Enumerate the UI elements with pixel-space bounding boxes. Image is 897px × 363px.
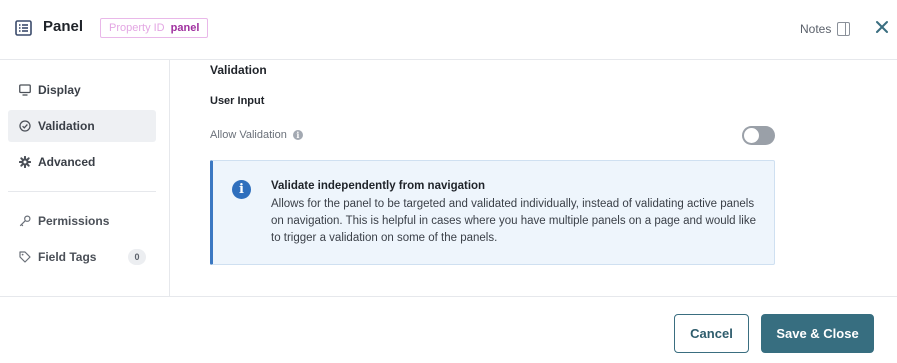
close-icon[interactable]: [873, 18, 891, 36]
sidebar-item-display[interactable]: Display: [8, 74, 156, 106]
property-id-value: panel: [170, 22, 200, 34]
sidebar-item-permissions[interactable]: Permissions: [8, 205, 156, 237]
toggle-knob: [744, 128, 759, 143]
callout-title: Validate independently from navigation: [271, 180, 486, 192]
sidebar-panel-icon: [837, 22, 851, 36]
page-title: Panel: [43, 18, 84, 35]
sidebar-item-label: Field Tags: [38, 250, 97, 264]
property-id-label: Property ID: [109, 22, 165, 34]
modal-footer: Cancel Save & Close: [0, 296, 897, 363]
callout-body: Allows for the panel to be targeted and …: [271, 198, 757, 244]
monitor-icon: [19, 84, 31, 96]
cancel-button[interactable]: Cancel: [674, 314, 749, 353]
allow-validation-label: Allow Validation: [210, 129, 287, 141]
subsection-title: User Input: [210, 95, 265, 107]
sidebar-item-validation[interactable]: Validation: [8, 110, 156, 142]
info-callout: i Validate independently from navigation…: [210, 160, 775, 265]
gear-icon: [19, 156, 31, 168]
panel-icon: [15, 20, 32, 36]
sidebar-item-advanced[interactable]: Advanced: [8, 146, 156, 178]
key-icon: [19, 215, 31, 227]
section-title: Validation: [210, 63, 267, 77]
tag-icon: [19, 251, 31, 263]
info-circle-icon: i: [232, 180, 251, 199]
main-content: Validation User Input Allow Validation i…: [170, 60, 897, 296]
modal-header: Panel Property ID panel Notes: [0, 0, 897, 60]
notes-button[interactable]: Notes: [800, 22, 851, 36]
sidebar-item-label: Display: [38, 83, 81, 97]
check-circle-icon: [19, 120, 31, 132]
field-tags-count-badge: 0: [128, 249, 146, 265]
property-id-badge: Property ID panel: [100, 18, 209, 38]
sidebar: Display Validation Advanced Permissions …: [0, 60, 170, 296]
info-icon[interactable]: i: [292, 130, 303, 140]
save-close-button[interactable]: Save & Close: [761, 314, 874, 353]
sidebar-item-field-tags[interactable]: Field Tags 0: [8, 241, 156, 273]
notes-label: Notes: [800, 22, 832, 36]
sidebar-divider: [8, 191, 156, 192]
allow-validation-row: Allow Validation i: [210, 129, 303, 141]
sidebar-item-label: Validation: [38, 119, 95, 133]
allow-validation-toggle[interactable]: [742, 126, 775, 145]
sidebar-item-label: Permissions: [38, 214, 110, 228]
sidebar-item-label: Advanced: [38, 155, 96, 169]
